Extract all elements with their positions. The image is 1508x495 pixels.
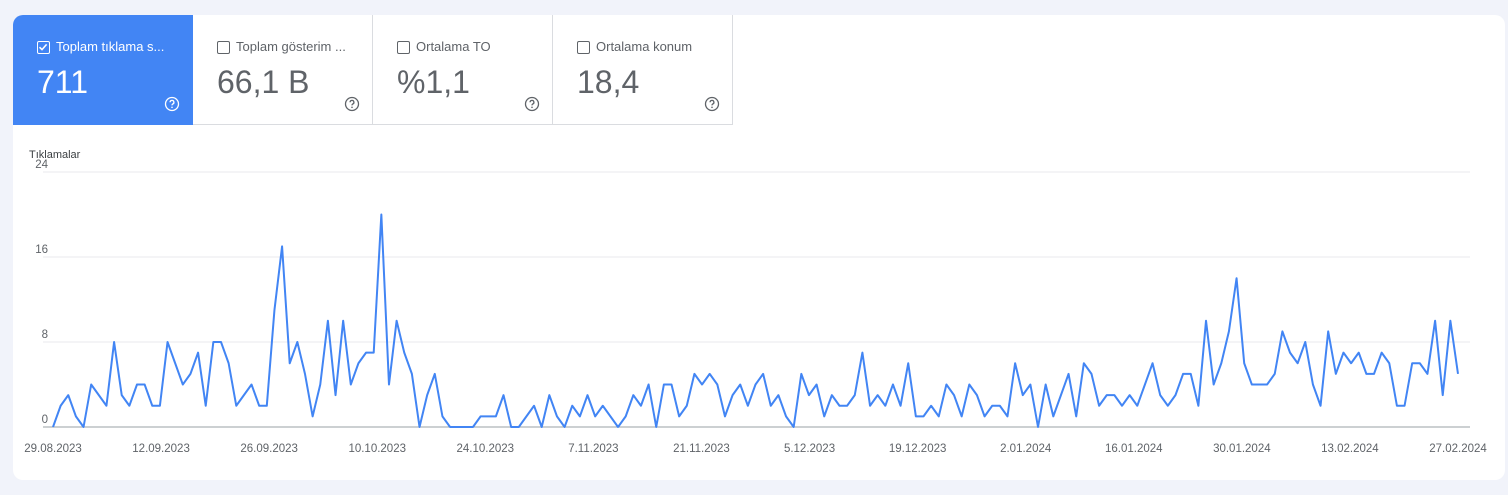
grid-layer — [43, 171, 1470, 428]
x-tick-label: 27.02.2024 — [1429, 443, 1487, 455]
y-tick-label: 0 — [42, 414, 48, 426]
x-tick-label: 29.08.2023 — [24, 443, 82, 455]
x-tick-label: 5.12.2023 — [784, 443, 835, 455]
x-tick-label: 21.11.2023 — [673, 443, 730, 455]
x-tick-label: 30.01.2024 — [1213, 443, 1271, 455]
y-tick-label: 8 — [42, 329, 48, 341]
clicks-line-chart[interactable]: 0 8 16 24 29.08.2023 12.09.2023 26.09.2023 10.… — [13, 15, 1505, 480]
y-tick-label: 24 — [35, 159, 48, 171]
x-tick-label: 13.02.2024 — [1321, 443, 1379, 455]
x-tick-label: 16.01.2024 — [1105, 443, 1163, 455]
x-tick-label: 10.10.2023 — [348, 443, 406, 455]
x-tick-label: 19.12.2023 — [889, 443, 947, 455]
performance-card: Toplam tıklama s... 711 Toplam gösterim … — [13, 15, 1505, 480]
series-layer — [52, 213, 1459, 428]
x-tick-label: 7.11.2023 — [568, 443, 618, 455]
x-tick-label: 12.09.2023 — [132, 443, 190, 455]
series-line-clicks — [52, 213, 1459, 428]
x-tick-layer: 29.08.2023 12.09.2023 26.09.2023 10.10.2023… — [24, 443, 1487, 455]
y-tick-layer: 0 8 16 24 — [35, 159, 48, 426]
x-tick-label: 2.01.2024 — [1000, 443, 1052, 455]
x-tick-label: 26.09.2023 — [240, 443, 298, 455]
y-tick-label: 16 — [35, 244, 48, 256]
x-tick-label: 24.10.2023 — [457, 443, 515, 455]
